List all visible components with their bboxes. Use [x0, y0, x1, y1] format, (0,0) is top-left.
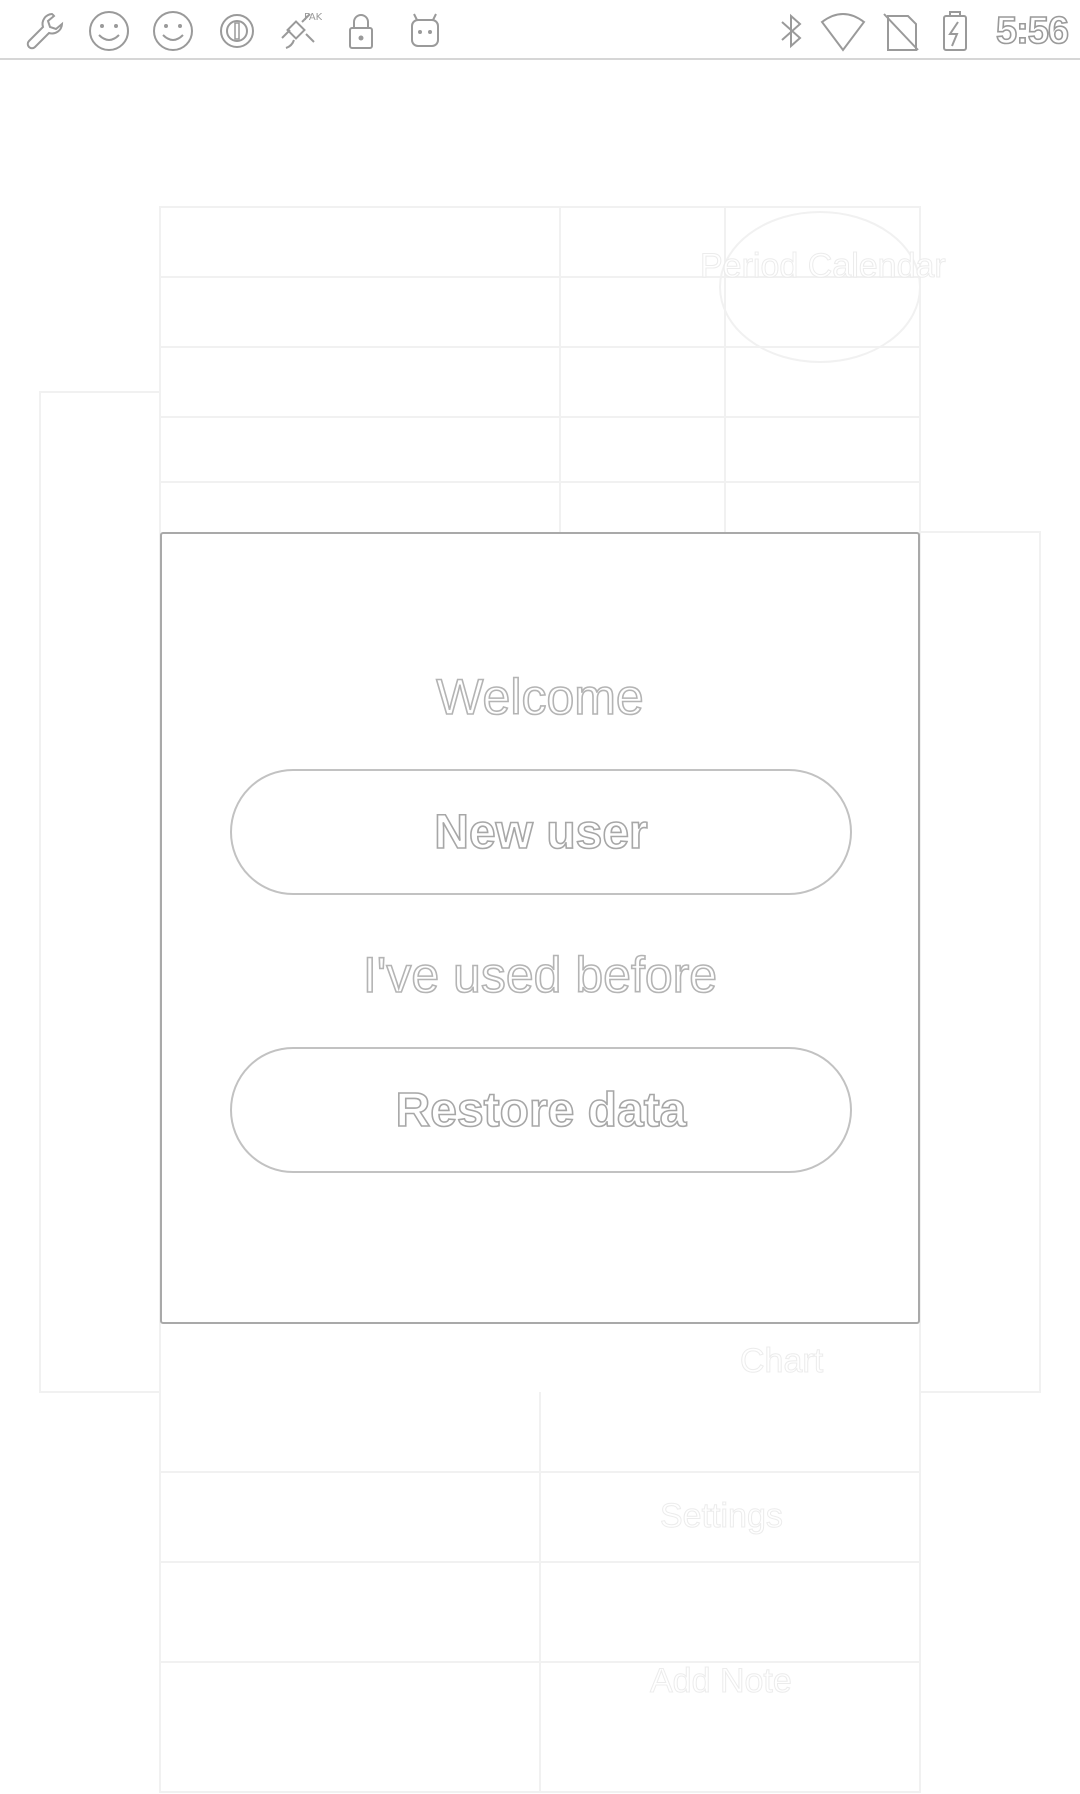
- welcome-title: Welcome: [435, 668, 644, 726]
- bluetooth-icon: [768, 8, 814, 54]
- new-user-button[interactable]: New user: [230, 769, 852, 895]
- used-before-text: I've used before: [362, 946, 718, 1004]
- restore-data-button[interactable]: Restore data: [230, 1047, 852, 1173]
- android-icon: [402, 8, 448, 54]
- circle-target-icon: [214, 8, 260, 54]
- satellite-icon: FAKE: [276, 8, 322, 54]
- svg-text:FAKE: FAKE: [304, 12, 322, 23]
- wifi-icon: [820, 8, 866, 54]
- lock-icon: [338, 8, 384, 54]
- status-bar: FAKE 5:56: [0, 0, 1080, 60]
- restore-data-button-label: Restore data: [395, 1083, 687, 1138]
- no-sim-icon: [878, 8, 924, 54]
- bg-label-settings: Settings: [660, 1497, 784, 1536]
- bg-label-period-calendar: Period Calendar: [700, 247, 947, 286]
- status-time: 5:56: [995, 9, 1070, 53]
- battery-charging-icon: [932, 8, 978, 54]
- smiley-icon: [150, 8, 196, 54]
- welcome-dialog: Welcome New user I've used before Restor…: [160, 532, 920, 1324]
- screen: FAKE 5:56: [0, 0, 1080, 1794]
- bg-label-add-note: Add Note: [650, 1662, 793, 1701]
- new-user-button-label: New user: [433, 805, 648, 860]
- bg-label-chart: Chart: [739, 1342, 824, 1381]
- smiley-icon: [86, 8, 132, 54]
- wrench-icon: [22, 8, 68, 54]
